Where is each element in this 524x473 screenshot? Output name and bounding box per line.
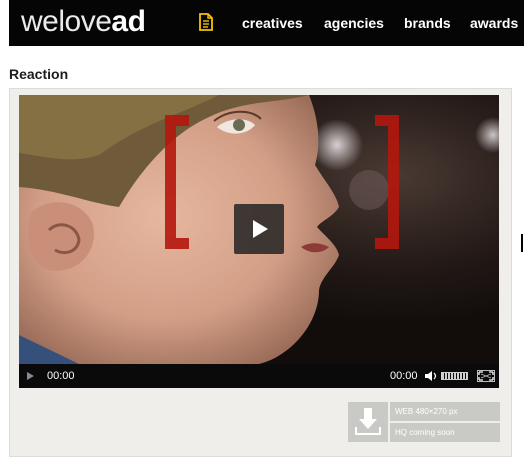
control-play-icon[interactable]: [27, 372, 34, 380]
page: welovead creatives agencies brands award…: [0, 0, 524, 473]
play-button[interactable]: [234, 204, 284, 254]
video-controls: 00:00 00:00: [19, 364, 499, 388]
volume-slider[interactable]: [441, 372, 468, 380]
nav-brands[interactable]: brands: [404, 14, 451, 32]
fullscreen-icon[interactable]: [477, 370, 495, 382]
volume-icon[interactable]: [424, 370, 437, 382]
play-icon: [253, 220, 268, 238]
scroll-edge-marker: [521, 234, 523, 252]
nav-agencies[interactable]: agencies: [324, 14, 384, 32]
logo-bold-text: ad: [111, 5, 146, 38]
nav-creatives[interactable]: creatives: [242, 14, 303, 32]
logo-light-text: welove: [21, 5, 112, 38]
download-widget: WEB 480×270 px HQ coming soon: [348, 402, 500, 442]
current-time: 00:00: [47, 370, 75, 382]
total-time: 00:00: [390, 370, 418, 382]
nav-awards[interactable]: awards: [470, 14, 518, 32]
video-frame[interactable]: [19, 95, 499, 364]
site-header: welovead creatives agencies brands award…: [9, 0, 524, 46]
download-icon: [355, 408, 381, 435]
document-icon[interactable]: [199, 13, 213, 31]
download-hq-option[interactable]: HQ coming soon: [390, 423, 500, 442]
download-web-option[interactable]: WEB 480×270 px: [390, 402, 500, 421]
download-button[interactable]: [348, 402, 388, 442]
site-logo[interactable]: welovead: [21, 4, 146, 40]
page-title: Reaction: [9, 66, 69, 82]
